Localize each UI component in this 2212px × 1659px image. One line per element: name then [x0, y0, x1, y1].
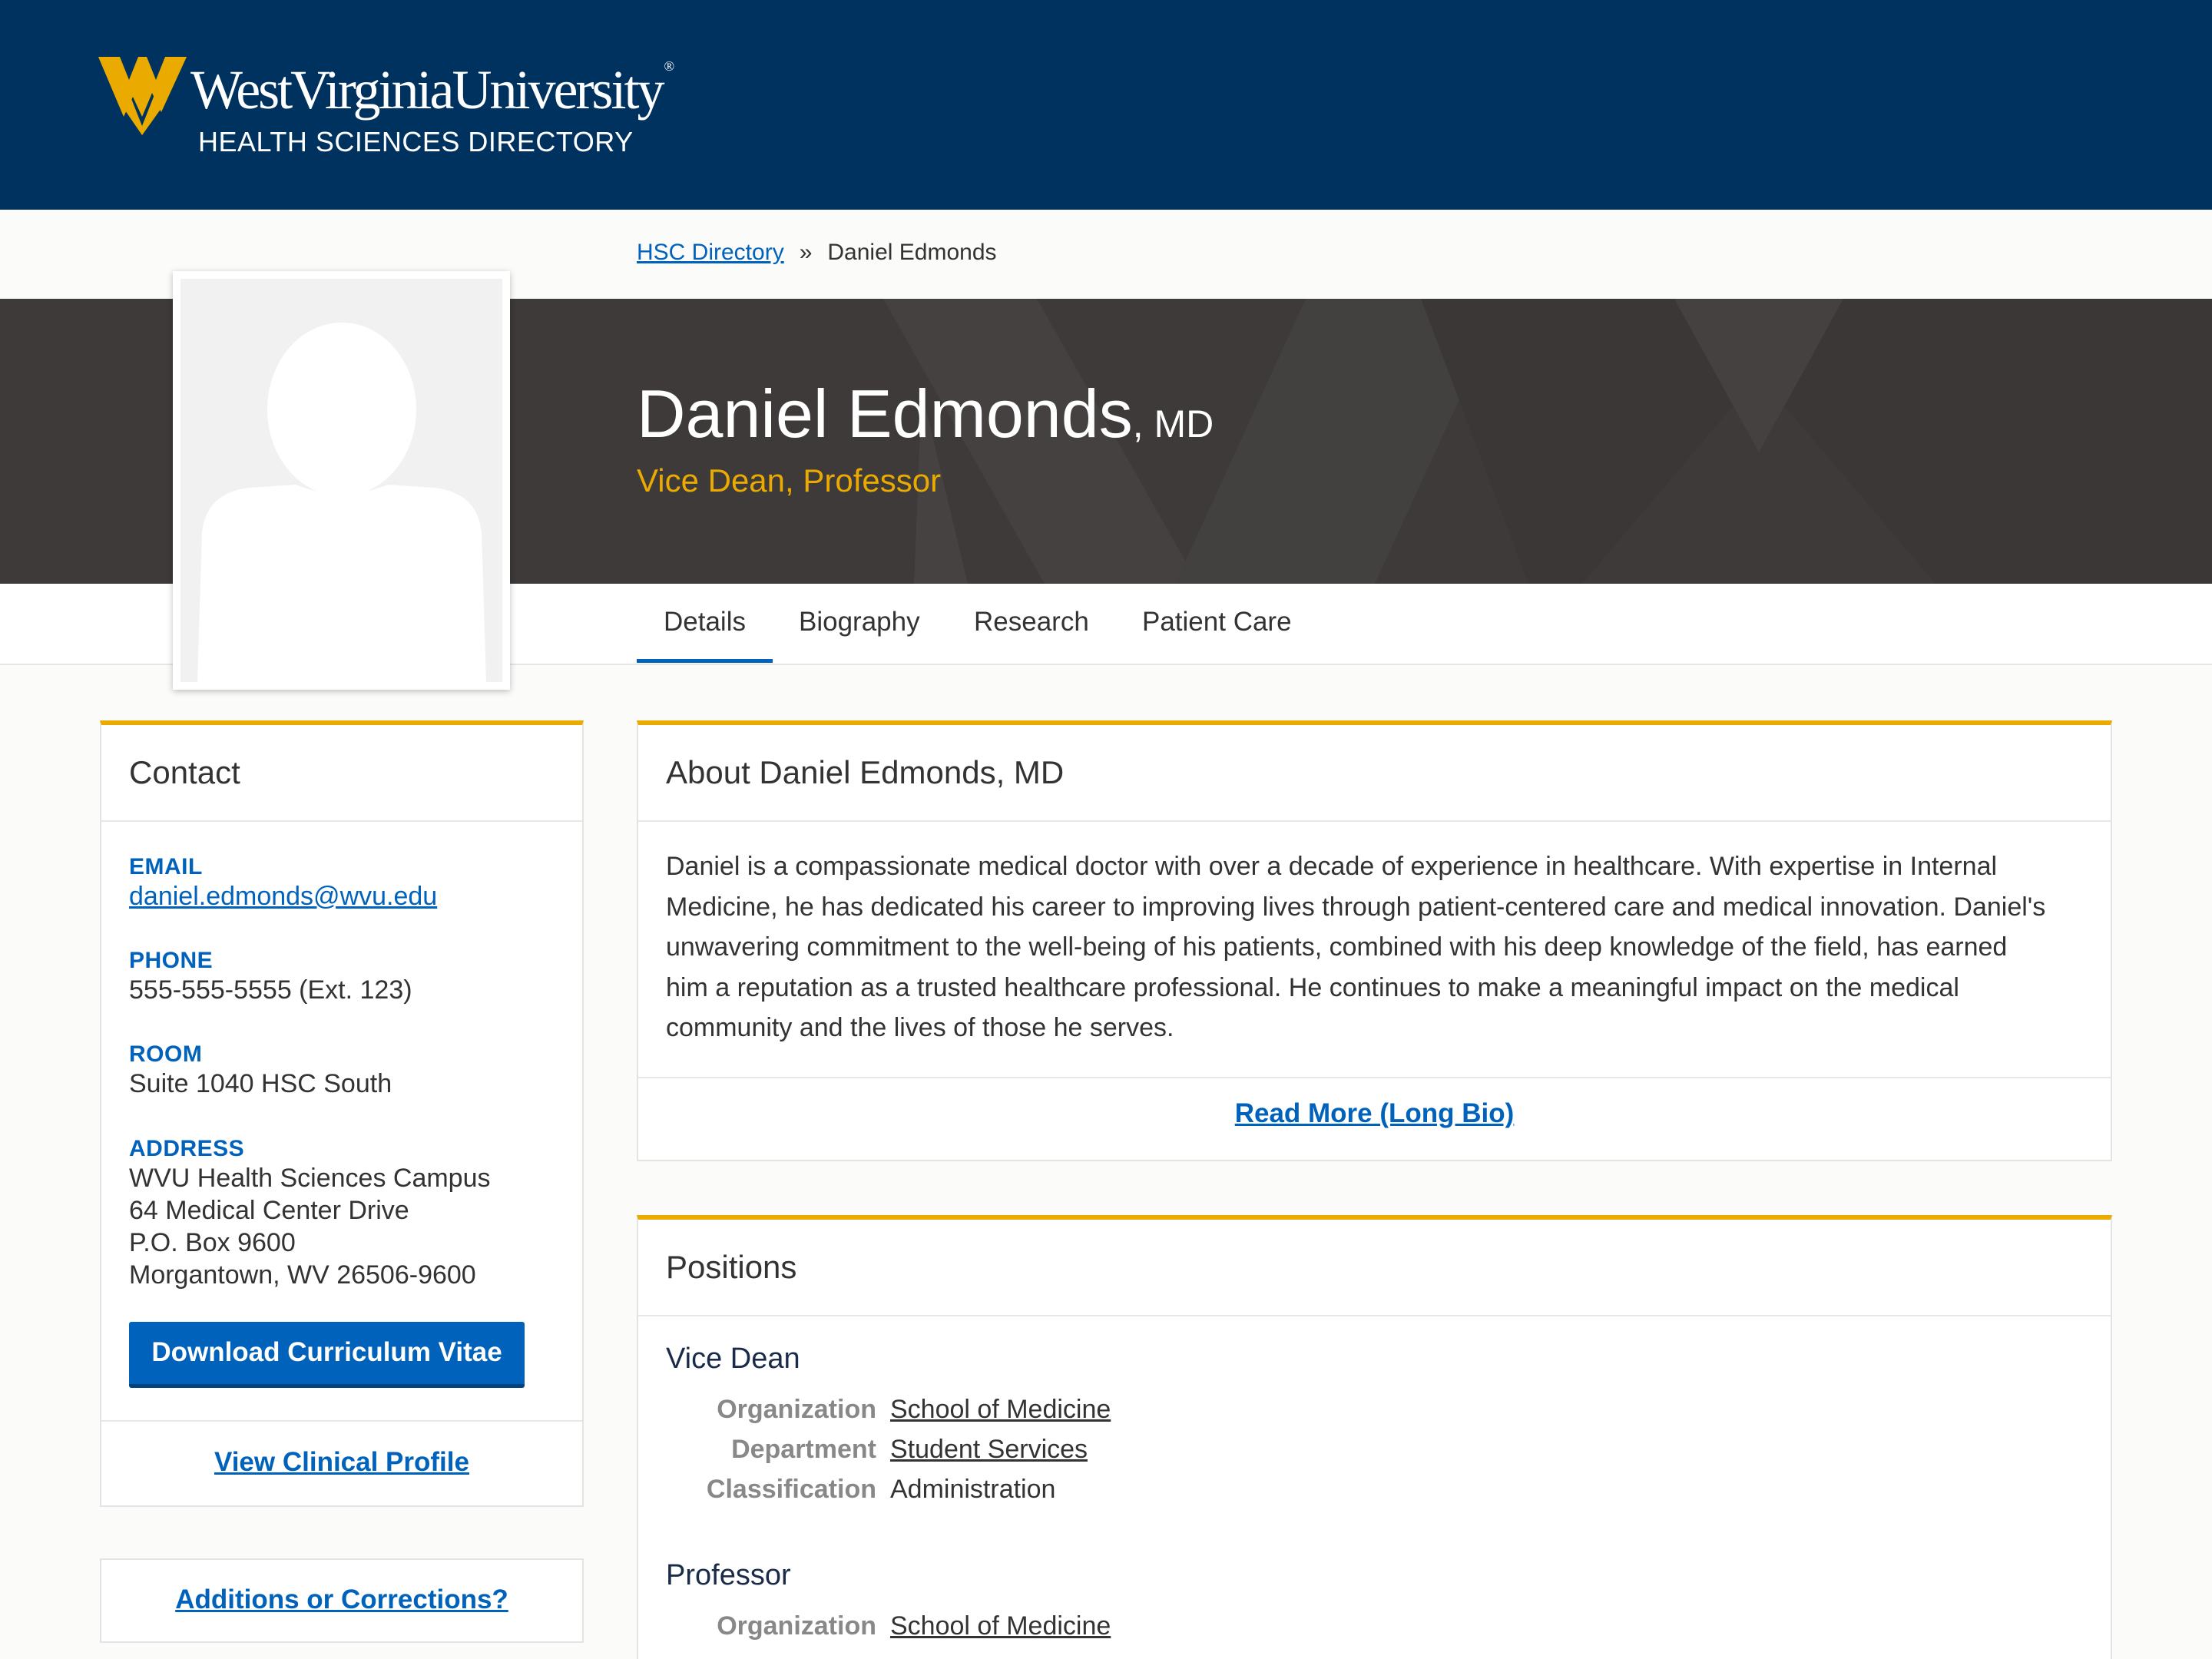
tab-details[interactable]: Details [664, 607, 746, 637]
tab-biography[interactable]: Biography [799, 607, 920, 637]
positions-card: Positions Vice Dean Organization School … [637, 1215, 2112, 1659]
organization-link[interactable]: School of Medicine [890, 1395, 1111, 1425]
room-group: ROOM Suite 1040 HSC South [129, 1041, 392, 1100]
breadcrumb-home-link[interactable]: HSC Directory [637, 240, 784, 265]
wvu-logo[interactable]: WestVirginiaUniversity ® HEALTH SCIENCES … [98, 51, 674, 166]
about-text: Daniel is a compassionate medical doctor… [666, 846, 2094, 1048]
about-heading: About Daniel Edmonds, MD [638, 725, 2111, 822]
breadcrumb-current: Daniel Edmonds [827, 240, 997, 265]
breadcrumb: HSC Directory » Daniel Edmonds [637, 240, 997, 266]
logo-subtitle: HEALTH SCIENCES DIRECTORY [198, 126, 634, 157]
position-row: Department Student Services [638, 1435, 2111, 1473]
profile-title: Vice Dean, Professor [637, 462, 942, 498]
divider [101, 1420, 582, 1422]
additions-corrections-link[interactable]: Additions or Corrections? [175, 1584, 508, 1614]
active-tab-indicator [637, 659, 773, 663]
address-group: ADDRESS WVU Health Sciences Campus 64 Me… [129, 1136, 491, 1291]
about-line: Daniel is a compassionate medical doctor… [666, 852, 1998, 881]
positions-heading: Positions [638, 1220, 2111, 1316]
about-line: community and the lives of those he serv… [666, 1013, 1174, 1042]
phone-value: 555-555-5555 (Ext. 123) [129, 975, 412, 1005]
address-line: Morgantown, WV 26506-9600 [129, 1260, 476, 1290]
phone-group: PHONE 555-555-5555 (Ext. 123) [129, 948, 412, 1006]
breadcrumb-separator: » [799, 240, 813, 265]
about-card: About Daniel Edmonds, MD Daniel is a com… [637, 720, 2112, 1161]
position-title: Vice Dean [666, 1343, 800, 1375]
phone-label: PHONE [129, 948, 214, 973]
person-silhouette-icon [197, 323, 486, 682]
position-title: Professor [666, 1559, 791, 1591]
address-line: P.O. Box 9600 [129, 1228, 296, 1257]
about-line: him a reputation as a trusted healthcare… [666, 972, 1959, 1002]
address-line: WVU Health Sciences Campus [129, 1164, 491, 1193]
about-line: unwavering commitment to the well-being … [666, 932, 2008, 962]
contact-heading: Contact [101, 725, 582, 822]
position-row: Organization School of Medicine [638, 1395, 2111, 1433]
address-label: ADDRESS [129, 1136, 245, 1161]
download-cv-button[interactable]: Download Curriculum Vitae [129, 1322, 525, 1388]
position-row: Organization School of Medicine [638, 1611, 2111, 1650]
divider [638, 1077, 2111, 1078]
position-key: Classification [706, 1475, 876, 1504]
profile-credentials: , MD [1132, 402, 1214, 445]
logo-wordmark: WestVirginiaUniversity ® [190, 58, 674, 121]
tab-patient-care[interactable]: Patient Care [1142, 607, 1292, 637]
view-clinical-profile-link[interactable]: View Clinical Profile [214, 1447, 469, 1477]
email-label: EMAIL [129, 854, 203, 879]
position-key: Organization [717, 1395, 876, 1424]
address-line: 64 Medical Center Drive [129, 1196, 409, 1225]
profile-photo [173, 271, 510, 690]
tab-research[interactable]: Research [974, 607, 1089, 637]
email-group: EMAIL daniel.edmonds@wvu.edu [129, 854, 437, 912]
position-row: Classification Administration [638, 1475, 2111, 1513]
email-link[interactable]: daniel.edmonds@wvu.edu [129, 882, 437, 911]
position-key: Organization [717, 1611, 876, 1641]
room-label: ROOM [129, 1041, 203, 1067]
avatar-placeholder [180, 279, 502, 682]
organization-link[interactable]: School of Medicine [890, 1611, 1111, 1641]
site-header: WestVirginiaUniversity ® HEALTH SCIENCES … [0, 0, 2212, 210]
position-key: Department [731, 1435, 876, 1464]
classification-value: Administration [890, 1475, 1056, 1504]
contact-card: Contact EMAIL daniel.edmonds@wvu.edu PHO… [100, 720, 584, 1507]
department-link[interactable]: Student Services [890, 1435, 1088, 1465]
profile-name: Daniel Edmonds, MD [637, 376, 1214, 452]
read-more-long-bio-link[interactable]: Read More (Long Bio) [1235, 1098, 1515, 1128]
room-value: Suite 1040 HSC South [129, 1069, 392, 1098]
about-line: Medicine, he has dedicated his career to… [666, 892, 2046, 922]
flying-wv-icon [98, 57, 187, 135]
corrections-card: Additions or Corrections? [100, 1558, 584, 1643]
